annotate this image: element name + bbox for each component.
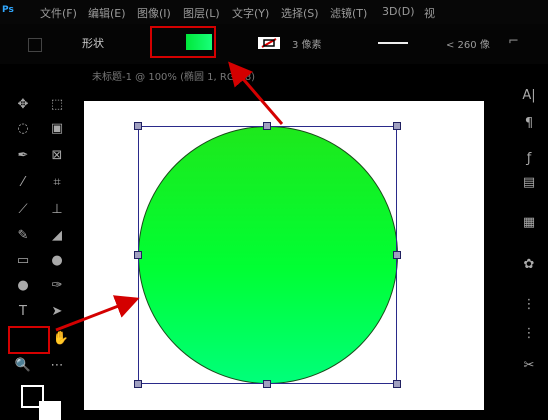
arrow-to-shape	[55, 295, 140, 332]
annotation-arrows	[55, 61, 284, 332]
arrow-to-fill	[228, 61, 284, 125]
